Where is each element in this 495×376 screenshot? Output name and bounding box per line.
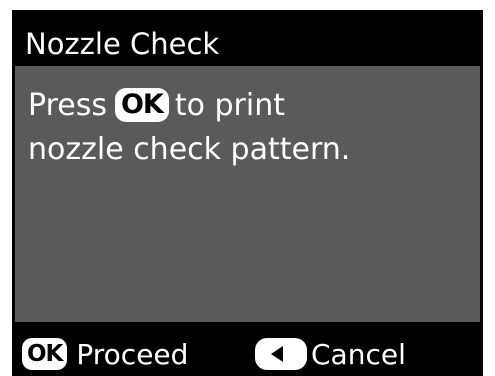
instruction-text: Press OK to print nozzle check pattern. (28, 84, 350, 172)
lcd-display: Nozzle Check Press OK to print nozzle chec… (12, 10, 483, 376)
proceed-button[interactable]: OK Proceed (22, 334, 188, 374)
instruction-line-1: Press OK to print (28, 84, 350, 128)
back-key-icon (255, 338, 307, 370)
footer-bar: OK Proceed Cancel (12, 328, 483, 376)
ok-key-badge: OK (114, 88, 169, 122)
cancel-label: Cancel (311, 337, 406, 371)
ok-key-icon: OK (22, 338, 68, 370)
left-triangle-icon (271, 346, 283, 362)
cancel-button[interactable]: Cancel (255, 334, 406, 374)
message-panel: Press OK to print nozzle check pattern. (15, 66, 480, 322)
screen-title: Nozzle Check (25, 27, 220, 61)
proceed-label: Proceed (76, 337, 189, 371)
printer-screen: Nozzle Check Press OK to print nozzle chec… (0, 0, 495, 376)
instruction-press-text: Press (28, 88, 107, 123)
instruction-to-print-text: to print (174, 88, 285, 123)
instruction-line-2: nozzle check pattern. (28, 132, 351, 167)
